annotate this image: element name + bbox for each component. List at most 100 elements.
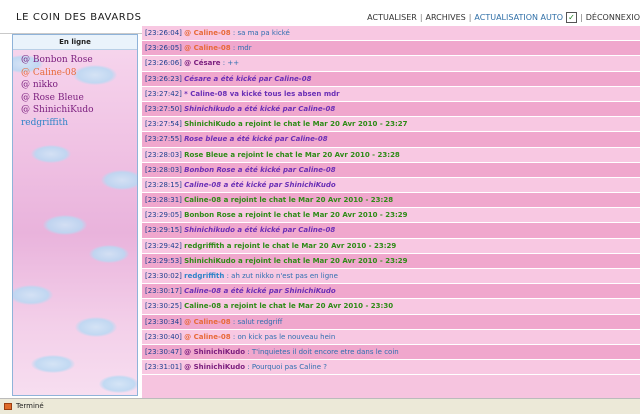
chat-message: [23:26:23] Césare a été kické par Caline… bbox=[142, 71, 640, 87]
message-author[interactable]: @ Caline-08 bbox=[184, 333, 230, 341]
status-text: Terminé bbox=[16, 402, 44, 410]
message-text: ShinichiKudo a rejoint le chat le Mar 20… bbox=[184, 256, 408, 265]
cloud-decoration bbox=[89, 245, 129, 263]
message-author[interactable]: @ Caline-08 bbox=[184, 44, 230, 52]
online-heading: En ligne bbox=[13, 35, 137, 50]
header-menu: ACTUALISER | ARCHIVES | ACTUALISATION AU… bbox=[367, 12, 640, 23]
cloud-decoration bbox=[13, 285, 53, 305]
message-text: Shinichikudo a été kické par Caline-08 bbox=[184, 226, 336, 235]
auto-refresh-label: ACTUALISATION AUTO bbox=[474, 13, 564, 22]
message-author[interactable]: @ Caline-08 bbox=[184, 318, 230, 326]
message-timestamp: [23:27:55] bbox=[145, 135, 182, 144]
message-timestamp: [23:28:03] bbox=[145, 165, 182, 174]
message-text: mdr bbox=[237, 44, 252, 53]
message-text: on kick pas le nouveau hein bbox=[237, 332, 336, 341]
chat-message: [23:29:15] Shinichikudo a été kické par … bbox=[142, 223, 640, 239]
message-text: Pourquoi pas Caline ? bbox=[251, 363, 327, 372]
chat-message: [23:31:01] @ ShinichiKudo : Pourquoi pas… bbox=[142, 360, 640, 376]
message-author[interactable]: @ ShinichiKudo bbox=[184, 363, 245, 371]
message-text: ah zut nikko n'est pas en ligne bbox=[231, 272, 338, 280]
message-timestamp: [23:30:02] bbox=[145, 272, 182, 280]
menu-separator: | bbox=[468, 13, 472, 22]
message-timestamp: [23:29:05] bbox=[145, 211, 182, 220]
page-status-icon bbox=[4, 403, 12, 410]
chat-message: [23:28:03] Rose Bleue a rejoint le chat … bbox=[142, 147, 640, 163]
logout-link[interactable]: DÉCONNEXIO bbox=[586, 13, 640, 22]
auto-refresh-checkbox[interactable]: ✓ bbox=[566, 12, 578, 23]
message-text: Caline-08 a été kické par ShinichiKudo bbox=[184, 287, 336, 296]
refresh-link[interactable]: ACTUALISER bbox=[367, 13, 417, 22]
message-text: T'inquietes il doit encore etre dans le … bbox=[251, 347, 399, 356]
online-user[interactable]: @ nikko bbox=[21, 79, 137, 92]
message-timestamp: [23:30:25] bbox=[145, 302, 182, 311]
message-text: Rose bleue a été kické par Caline-08 bbox=[184, 135, 328, 144]
browser-status-bar: Terminé bbox=[0, 398, 640, 414]
message-author[interactable]: @ Caline-08 bbox=[184, 29, 230, 37]
menu-separator: | bbox=[419, 13, 423, 22]
archives-link[interactable]: ARCHIVES bbox=[426, 13, 466, 22]
message-text: sa ma pa kické bbox=[237, 29, 290, 37]
message-timestamp: [23:29:15] bbox=[145, 226, 182, 235]
chat-message: [23:28:31] Caline-08 a rejoint le chat l… bbox=[142, 193, 640, 209]
chat-message: [23:27:55] Rose bleue a été kické par Ca… bbox=[142, 132, 640, 148]
author-separator: : bbox=[245, 363, 252, 372]
message-text: ++ bbox=[227, 59, 240, 68]
online-user[interactable]: redgriffith bbox=[21, 117, 137, 130]
online-user[interactable]: @ Rose Bleue bbox=[21, 92, 137, 105]
message-timestamp: [23:27:54] bbox=[145, 120, 182, 129]
message-text: salut redgriff bbox=[237, 317, 283, 326]
message-timestamp: [23:31:01] bbox=[145, 363, 182, 372]
message-text: ShinichiKudo a rejoint le chat le Mar 20… bbox=[184, 120, 408, 129]
online-user[interactable]: @ Caline-08 bbox=[21, 67, 137, 80]
chat-messages[interactable]: [23:26:04] @ Caline-08 : sa ma pa kické[… bbox=[142, 26, 640, 398]
message-author[interactable]: @ ShinichiKudo bbox=[184, 348, 245, 356]
chat-message: [23:30:40] @ Caline-08 : on kick pas le … bbox=[142, 329, 640, 345]
message-text: Rose Bleue a rejoint le chat le Mar 20 A… bbox=[184, 150, 400, 159]
message-timestamp: [23:26:05] bbox=[145, 44, 182, 53]
message-timestamp: [23:28:03] bbox=[145, 150, 182, 159]
cloud-decoration bbox=[101, 170, 137, 190]
chat-message: [23:28:15] Caline-08 a été kické par Shi… bbox=[142, 177, 640, 194]
message-text: Bonbon Rose a rejoint le chat le Mar 20 … bbox=[184, 211, 408, 220]
cloud-decoration bbox=[43, 215, 87, 235]
message-text: Shinichikudo a été kické par Caline-08 bbox=[184, 104, 336, 113]
chat-message: [23:30:17] Caline-08 a été kické par Shi… bbox=[142, 284, 640, 300]
chat-message: [23:30:34] @ Caline-08 : salut redgriff bbox=[142, 314, 640, 330]
message-timestamp: [23:28:31] bbox=[145, 196, 182, 205]
message-text: Césare a été kické par Caline-08 bbox=[184, 74, 312, 83]
cloud-decoration bbox=[99, 375, 137, 393]
message-timestamp: [23:26:04] bbox=[145, 29, 182, 37]
message-timestamp: [23:28:15] bbox=[145, 180, 182, 189]
message-text: redgriffith a rejoint le chat le Mar 20 … bbox=[184, 241, 397, 250]
cloud-decoration bbox=[31, 355, 75, 373]
message-timestamp: [23:27:42] bbox=[145, 89, 182, 98]
online-user[interactable]: @ ShinichiKudo bbox=[21, 104, 137, 117]
chat-message: [23:26:04] @ Caline-08 : sa ma pa kické bbox=[142, 26, 640, 42]
chat-message: [23:29:42] redgriffith a rejoint le chat… bbox=[142, 238, 640, 254]
message-author[interactable]: @ Césare bbox=[184, 59, 220, 67]
online-users-panel: En ligne @ Bonbon Rose @ Caline-08 @ nikko… bbox=[12, 34, 138, 396]
message-timestamp: [23:26:23] bbox=[145, 74, 182, 83]
message-text: Caline-08 a rejoint le chat le Mar 20 Av… bbox=[184, 196, 394, 205]
message-author[interactable]: redgriffith bbox=[184, 272, 224, 280]
message-text: Caline-08 a été kické par ShinichiKudo bbox=[184, 180, 336, 189]
chat-message: [23:27:54] ShinichiKudo a rejoint le cha… bbox=[142, 117, 640, 133]
chat-message: [23:30:25] Caline-08 a rejoint le chat l… bbox=[142, 299, 640, 315]
message-timestamp: [23:27:50] bbox=[145, 104, 182, 113]
message-timestamp: [23:30:40] bbox=[145, 332, 182, 341]
chat-message: [23:26:06] @ Césare : ++ bbox=[142, 56, 640, 72]
chat-message: [23:27:42] * Caline-08 va kické tous les… bbox=[142, 86, 640, 102]
message-text: Caline-08 a rejoint le chat le Mar 20 Av… bbox=[184, 302, 394, 311]
online-user[interactable]: @ Bonbon Rose bbox=[21, 54, 137, 67]
message-timestamp: [23:30:47] bbox=[145, 347, 182, 356]
online-user-list: @ Bonbon Rose @ Caline-08 @ nikko @ Rose Bl… bbox=[13, 50, 137, 129]
message-timestamp: [23:30:17] bbox=[145, 287, 182, 296]
chat-message: [23:29:53] ShinichiKudo a rejoint le cha… bbox=[142, 253, 640, 269]
message-timestamp: [23:29:53] bbox=[145, 256, 182, 265]
cloud-decoration bbox=[31, 145, 71, 163]
author-separator: : bbox=[245, 347, 252, 356]
message-timestamp: [23:29:42] bbox=[145, 241, 182, 250]
chat-title: LE COIN DES BAVARDS bbox=[16, 12, 142, 23]
chat-message: [23:30:47] @ ShinichiKudo : T'inquietes … bbox=[142, 344, 640, 361]
chat-message: [23:28:03] Bonbon Rose a été kické par C… bbox=[142, 162, 640, 178]
